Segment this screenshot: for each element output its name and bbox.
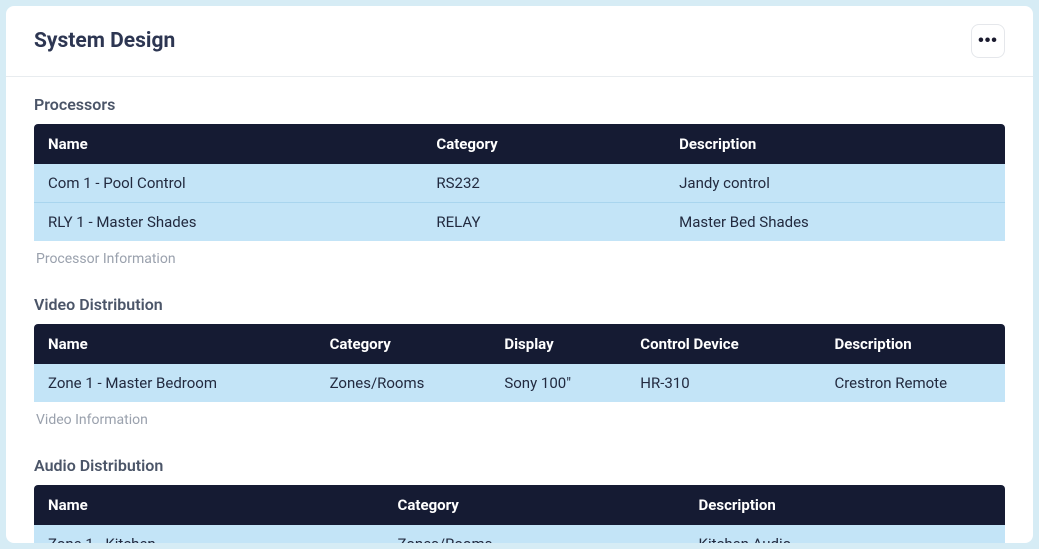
video-table: Name Category Display Control Device Des… (34, 324, 1005, 402)
card-body: Processors Name Category Description (6, 77, 1033, 543)
col-control-device: Control Device (626, 324, 820, 364)
table-header-row: Name Category Display Control Device Des… (34, 324, 1005, 364)
col-name: Name (34, 124, 422, 164)
col-category: Category (422, 124, 665, 164)
table-row[interactable]: Zone 1 - Kitchen Zones/Rooms Kitchen Aud… (34, 525, 1005, 543)
system-design-card: System Design ••• Processors Name Catego… (6, 6, 1033, 543)
cell-description: Kitchen Audio (685, 525, 1005, 543)
col-category: Category (316, 324, 491, 364)
cell-display: Sony 100" (490, 364, 626, 402)
audio-section: Audio Distribution Name Category Descrip… (34, 456, 1005, 543)
more-icon: ••• (978, 33, 998, 49)
cell-name: RLY 1 - Master Shades (34, 203, 422, 242)
video-footer: Video Information (34, 402, 1005, 428)
cell-description: Crestron Remote (820, 364, 1005, 402)
cell-name: Zone 1 - Master Bedroom (34, 364, 316, 402)
table-row[interactable]: Com 1 - Pool Control RS232 Jandy control (34, 164, 1005, 203)
cell-category: RELAY (422, 203, 665, 242)
processors-table: Name Category Description Com 1 - Pool C… (34, 124, 1005, 241)
table-header-row: Name Category Description (34, 124, 1005, 164)
processors-footer: Processor Information (34, 241, 1005, 267)
col-description: Description (665, 124, 1005, 164)
cell-category: RS232 (422, 164, 665, 203)
audio-table: Name Category Description Zone 1 - Kitch… (34, 485, 1005, 543)
cell-description: Master Bed Shades (665, 203, 1005, 242)
cell-description: Jandy control (665, 164, 1005, 203)
processors-title: Processors (34, 95, 1005, 114)
col-category: Category (384, 485, 685, 525)
page-title: System Design (34, 29, 175, 53)
table-row[interactable]: RLY 1 - Master Shades RELAY Master Bed S… (34, 203, 1005, 242)
table-row[interactable]: Zone 1 - Master Bedroom Zones/Rooms Sony… (34, 364, 1005, 402)
table-header-row: Name Category Description (34, 485, 1005, 525)
video-title: Video Distribution (34, 295, 1005, 314)
cell-category: Zones/Rooms (384, 525, 685, 543)
video-section: Video Distribution Name Category Display… (34, 295, 1005, 428)
cell-name: Com 1 - Pool Control (34, 164, 422, 203)
col-name: Name (34, 485, 384, 525)
col-description: Description (820, 324, 1005, 364)
more-options-button[interactable]: ••• (971, 24, 1005, 58)
col-display: Display (490, 324, 626, 364)
audio-title: Audio Distribution (34, 456, 1005, 475)
col-description: Description (685, 485, 1005, 525)
processors-section: Processors Name Category Description (34, 95, 1005, 267)
col-name: Name (34, 324, 316, 364)
cell-category: Zones/Rooms (316, 364, 491, 402)
card-header: System Design ••• (6, 6, 1033, 77)
cell-name: Zone 1 - Kitchen (34, 525, 384, 543)
cell-control-device: HR-310 (626, 364, 820, 402)
